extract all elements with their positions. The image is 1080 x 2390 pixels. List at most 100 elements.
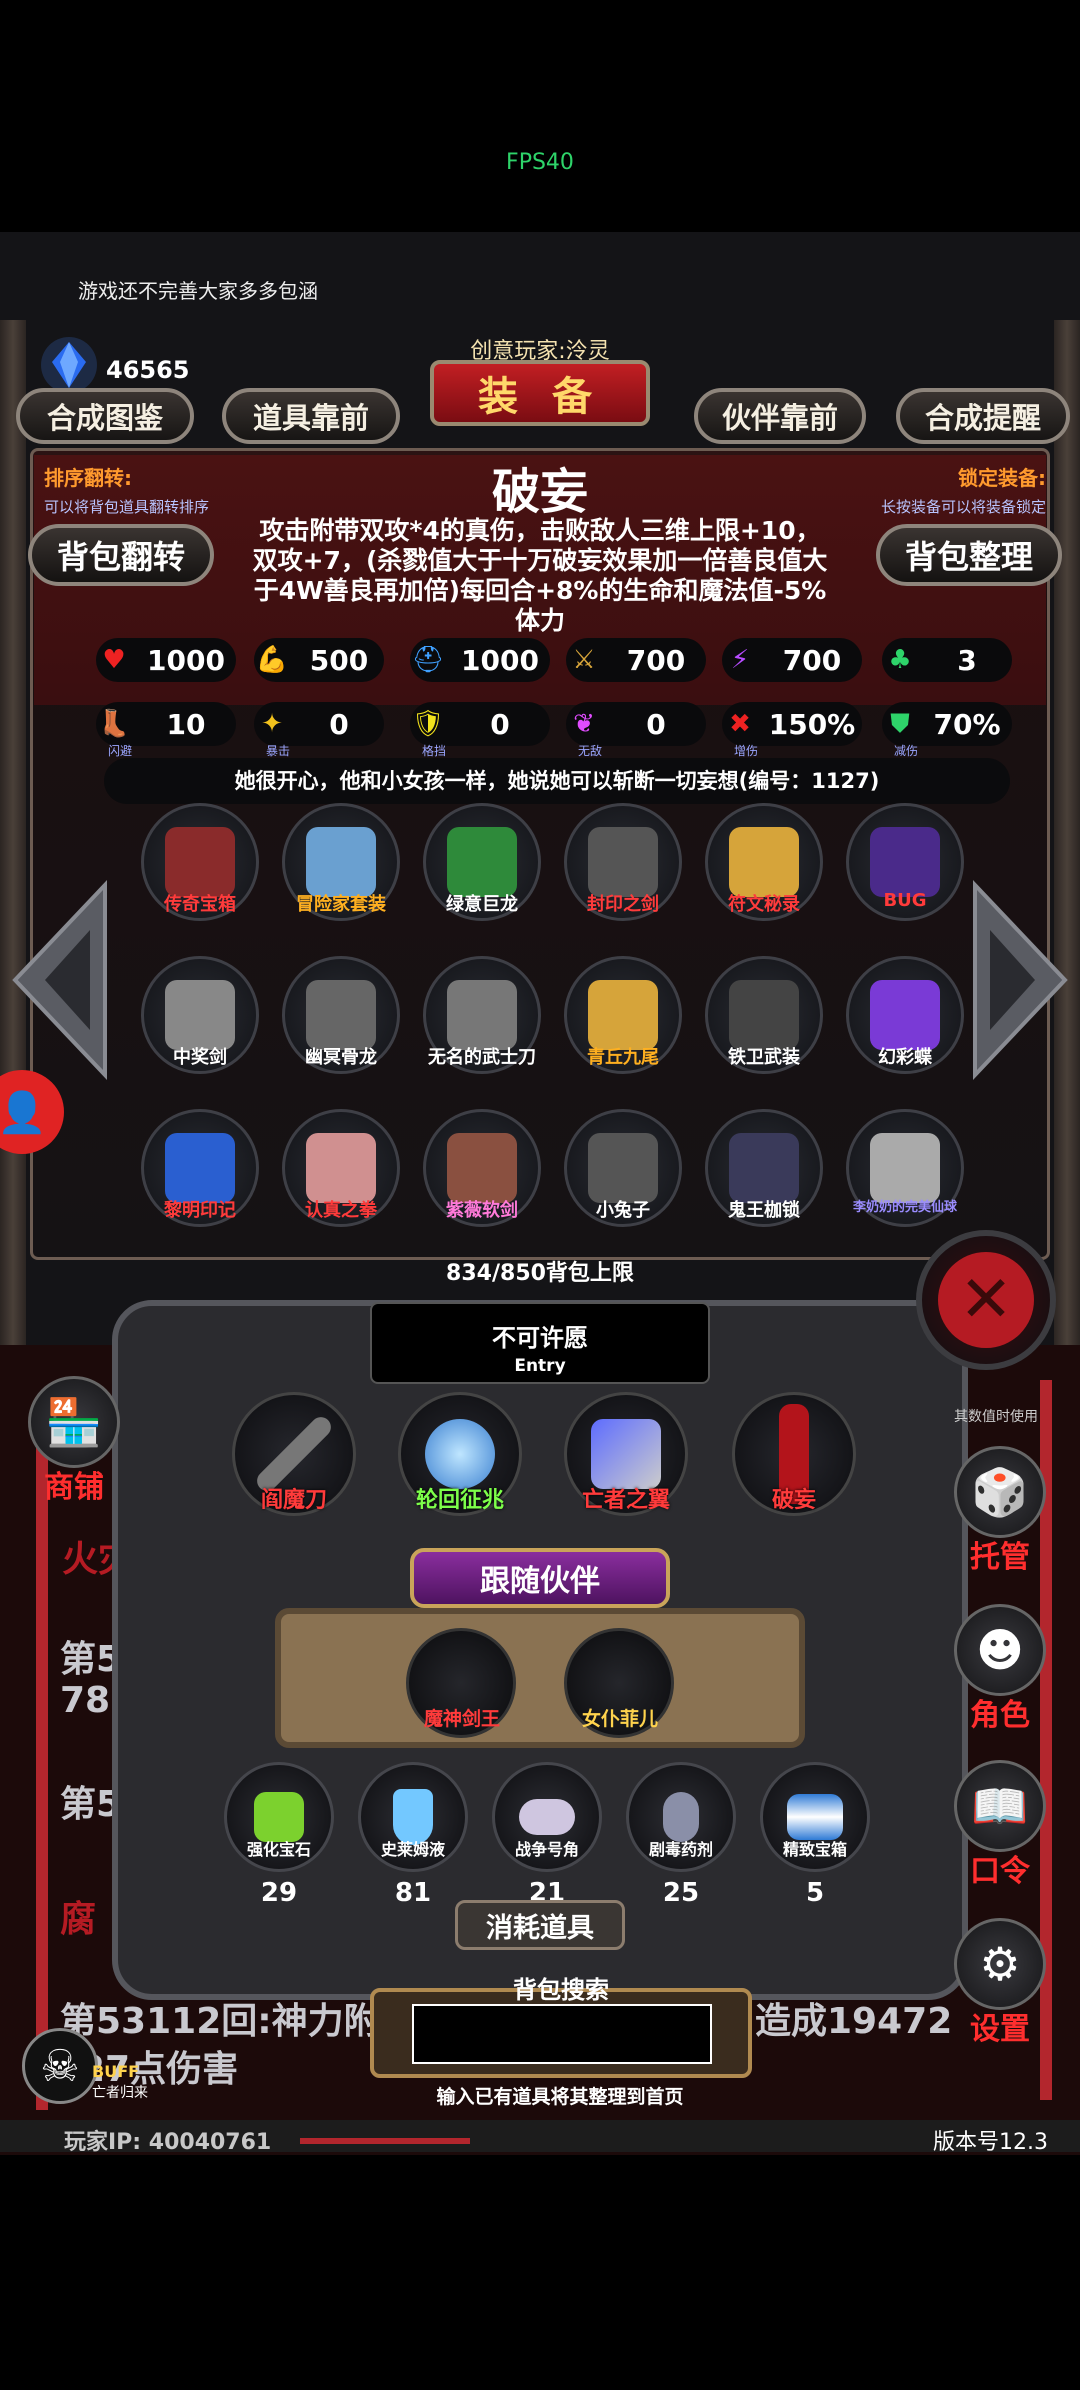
page-title: 装 备 (430, 360, 650, 426)
inventory-label: 幻彩蝶 (878, 1047, 932, 1068)
inventory-label: 无名的武士刀 (428, 1047, 536, 1068)
wish-subtitle: Entry (514, 1356, 566, 1376)
player-ip: 玩家IP: 40040761 (64, 2130, 272, 2155)
consumable-art (519, 1799, 575, 1835)
inventory-label: 认真之拳 (305, 1200, 377, 1221)
consumable-label: 剧毒药剂 (648, 1840, 713, 1859)
book-icon: 📖 (971, 1778, 1029, 1833)
inventory-label: 鬼王枷锁 (728, 1200, 800, 1221)
item-description: 攻击附带双攻*4的真伤，击败敌人三维上限+10，双攻+7，(杀戮值大于十万破妄效… (252, 516, 828, 635)
character-button[interactable]: ☻ (954, 1604, 1046, 1696)
crit-icon: ✦ (261, 709, 283, 739)
consumable-art (254, 1792, 304, 1842)
inventory-label: 传奇宝箱 (164, 894, 236, 915)
damage-up-icon: ✖ (729, 709, 751, 739)
item-art (306, 1133, 376, 1203)
consumable-count: 5 (805, 1878, 825, 1908)
stat-value: 700 (626, 643, 686, 677)
item-art (729, 1133, 799, 1203)
item-art (447, 980, 517, 1050)
inventory-label: 铁卫武装 (728, 1047, 800, 1068)
progress-line (300, 2138, 470, 2144)
tab-companions-first[interactable]: 伙伴靠前 (694, 388, 866, 444)
item-art (588, 1133, 658, 1203)
consumable-label: 强化宝石 (246, 1840, 311, 1859)
stat-value: 500 (309, 643, 369, 677)
notice-text: 游戏还不完善大家多多包涵 (78, 279, 318, 303)
stat-caption: 暴击 (266, 744, 291, 758)
equip-label: 破妄 (771, 1488, 816, 1513)
consumable-label: 史莱姆液 (380, 1840, 445, 1859)
shield-icon: 🛡 (411, 709, 445, 739)
inventory-label: 中奖剑 (173, 1047, 227, 1068)
shop-button[interactable]: 🏪 (28, 1376, 120, 1468)
clover-icon: ♣ (888, 645, 912, 675)
consumable-art (663, 1792, 699, 1842)
inventory-label: 绿意巨龙 (446, 894, 518, 915)
search-title: 背包搜索 (513, 1976, 609, 2004)
companion-label: 女仆菲儿 (581, 1708, 658, 1730)
tab-synthesis-catalog[interactable]: 合成图鉴 (16, 388, 194, 444)
consumable-label: 精致宝箱 (782, 1840, 847, 1859)
inventory-label: 符文秘录 (728, 894, 800, 915)
search-input[interactable] (412, 2004, 712, 2064)
item-art (729, 827, 799, 897)
sort-inventory-button[interactable]: 背包整理 (876, 524, 1062, 586)
inventory-label: 黎明印记 (164, 1200, 236, 1221)
next-page-arrow-icon[interactable] (970, 880, 1070, 1080)
tab-items-first[interactable]: 道具靠前 (222, 388, 400, 444)
stat-invincible: ❦ 0 无敌 (566, 702, 706, 758)
helmet-icon: ⛑ (411, 645, 445, 675)
tab-synthesis-reminder[interactable]: 合成提醒 (896, 388, 1070, 444)
stat-dodge: 👢 10 闪避 (96, 702, 236, 758)
stat-value: 0 (329, 707, 349, 741)
inventory-label: 李奶奶的完美仙球 (852, 1200, 957, 1215)
equip-label: 轮回征兆 (415, 1488, 504, 1513)
inventory-label: 幽冥骨龙 (305, 1047, 377, 1068)
consumable-label: 战争号角 (514, 1840, 579, 1859)
close-button[interactable]: ✕ (916, 1230, 1056, 1370)
equip-art (591, 1419, 661, 1489)
auto-button[interactable]: 🎲 (954, 1446, 1046, 1538)
stat-caption: 格挡 (422, 744, 447, 758)
equip-label: 亡者之翼 (581, 1488, 670, 1513)
equip-label: 阎魔刀 (260, 1488, 327, 1513)
consumable-art (787, 1794, 843, 1840)
stat-value: 3 (957, 643, 977, 677)
stat-crit: ✦ 0 暴击 (254, 702, 384, 758)
stat-value: 1000 (147, 643, 225, 677)
stat-value: 1000 (461, 643, 539, 677)
prev-page-arrow-icon[interactable] (10, 880, 110, 1080)
item-art (870, 980, 940, 1050)
password-button[interactable]: 📖 (954, 1760, 1046, 1852)
side-note: 其数值时使用 (954, 1409, 1038, 1425)
flip-inventory-button[interactable]: 背包翻转 (28, 524, 214, 586)
item-art (306, 980, 376, 1050)
fps-counter: FPS40 (506, 150, 574, 175)
hood-icon: ☻ (976, 1623, 1024, 1677)
stat-caption: 增伤 (734, 744, 759, 758)
dice-icon: 🎲 (971, 1464, 1029, 1519)
wish-title: 不可许愿 (492, 1324, 588, 1352)
password-label: 口令 (970, 1854, 1030, 1889)
consumable-count: 25 (662, 1878, 700, 1908)
buff-sub: 亡者归来 (92, 2085, 148, 2101)
equip-art (425, 1419, 495, 1489)
inventory-label: 冒险家套装 (296, 894, 386, 915)
item-art (588, 980, 658, 1050)
consumables-title: 消耗道具 (455, 1900, 625, 1950)
companion-tray (275, 1608, 805, 1748)
item-art (447, 1133, 517, 1203)
inventory-label: 小兔子 (596, 1200, 650, 1221)
stat-caption: 闪避 (108, 744, 133, 758)
inventory-label: BUG (883, 890, 927, 911)
item-art (165, 827, 235, 897)
settings-button[interactable]: ⚙ (954, 1918, 1046, 2010)
item-flavor-text: 她很开心，他和小女孩一样，她说她可以斩断一切妄想(编号：1127) (104, 758, 1010, 804)
item-art (729, 980, 799, 1050)
log-line: 腐 (60, 1899, 97, 1940)
stat-damage-down: ⛊ 70% 减伤 (882, 702, 1012, 758)
item-art (870, 1133, 940, 1203)
wings-icon: ❦ (573, 709, 595, 739)
buff-skull-icon[interactable]: ☠ (22, 2028, 98, 2104)
